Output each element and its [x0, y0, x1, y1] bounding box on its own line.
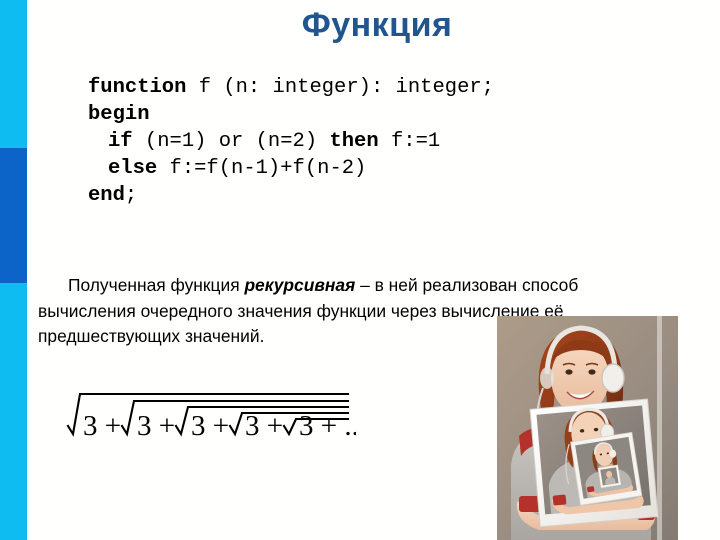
svg-text:3 + ...: 3 + ... — [299, 410, 356, 442]
code-line: if (n=1) or (n=2) then f:=1 — [88, 128, 494, 155]
recursion-photo — [497, 316, 678, 540]
code-text: ; — [124, 184, 138, 207]
code-line: function f (n: integer): integer; — [88, 74, 494, 101]
nested-radical-formula: 3 + 3 + 3 + 3 + 3 + ... — [66, 376, 356, 448]
code-keyword: end — [88, 184, 125, 207]
code-text: f:=f(n-1)+f(n-2) — [157, 157, 367, 180]
svg-text:3 +: 3 + — [191, 410, 229, 442]
code-text: f (n: integer): integer; — [186, 76, 494, 99]
code-block: function f (n: integer): integer; begin if… — [88, 74, 494, 209]
edge-bar-light-top — [0, 0, 27, 148]
slide-canvas: Функция function f (n: integer): integer… — [0, 0, 720, 540]
page-title: Функция — [301, 6, 453, 44]
code-text: (n=1) or (n=2) — [132, 130, 330, 153]
code-line: else f:=f(n-1)+f(n-2) — [88, 155, 494, 182]
edge-bar-dark-accent — [0, 148, 27, 283]
svg-text:3 +: 3 + — [245, 410, 283, 442]
svg-text:3 +: 3 + — [137, 410, 175, 442]
code-keyword: if — [108, 130, 133, 153]
code-keyword: function — [88, 76, 187, 99]
code-keyword: begin — [88, 103, 150, 126]
code-text: f:=1 — [378, 130, 441, 153]
paragraph-emphasis-term: рекурсивная — [244, 275, 356, 296]
paragraph-part-1: Полученная функция — [68, 275, 245, 296]
code-keyword: then — [329, 130, 379, 153]
code-line: end; — [88, 182, 494, 209]
code-keyword: else — [108, 157, 158, 180]
edge-bar-gap — [27, 0, 34, 540]
svg-text:3 +: 3 + — [83, 410, 121, 442]
edge-bar-light-bottom — [0, 283, 27, 540]
code-line: begin — [88, 101, 494, 128]
